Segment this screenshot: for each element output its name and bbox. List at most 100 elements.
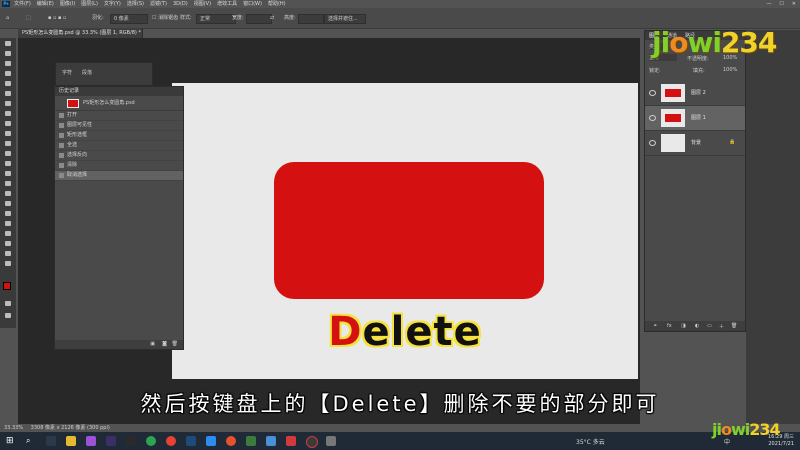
- aftereffects-icon[interactable]: [106, 436, 116, 446]
- gradient-tool-icon[interactable]: [3, 170, 13, 178]
- menu-plugins[interactable]: 增效工具: [217, 0, 237, 8]
- windows-start-icon[interactable]: ⊞: [6, 436, 16, 446]
- new-layer-icon[interactable]: ＋: [719, 323, 724, 330]
- app-icon[interactable]: [246, 436, 256, 446]
- photoshop-taskbar-icon[interactable]: [186, 436, 196, 446]
- minimize-button[interactable]: —: [766, 0, 771, 8]
- app-icon[interactable]: [226, 436, 236, 446]
- app-icon[interactable]: [286, 436, 296, 446]
- document-tab[interactable]: PS矩形怎么变圆角.psd @ 33.3% (图层 1, RGB/8) *: [18, 28, 143, 38]
- lasso-tool-icon[interactable]: [3, 70, 13, 78]
- wechat-icon[interactable]: [146, 436, 156, 446]
- crop-tool-icon[interactable]: [3, 90, 13, 98]
- zoom-tool-icon[interactable]: [3, 250, 13, 258]
- tab-paragraph[interactable]: 段落: [82, 69, 92, 76]
- artboard-tool-icon[interactable]: [3, 50, 13, 58]
- history-step-selected[interactable]: 取消选择: [55, 171, 183, 181]
- history-step[interactable]: 清除: [55, 161, 183, 171]
- chrome-icon[interactable]: [166, 436, 176, 446]
- type-tool-icon[interactable]: [3, 210, 13, 218]
- history-step[interactable]: 打开: [55, 111, 183, 121]
- menu-window[interactable]: 窗口(W): [243, 0, 262, 8]
- maximize-button[interactable]: ☐: [779, 0, 783, 8]
- magic-wand-icon[interactable]: [3, 80, 13, 88]
- canvas[interactable]: Delete: [172, 83, 638, 379]
- visibility-eye-icon[interactable]: [649, 115, 656, 121]
- marquee-tool-icon[interactable]: [3, 60, 13, 68]
- layer-row-1[interactable]: 图层 1: [645, 106, 745, 131]
- close-button[interactable]: ✕: [792, 0, 796, 8]
- move-tool-icon[interactable]: [3, 40, 13, 48]
- visibility-eye-icon[interactable]: [649, 90, 656, 96]
- fx-icon[interactable]: fx: [667, 323, 672, 329]
- history-step[interactable]: 选择反向: [55, 151, 183, 161]
- app-icon[interactable]: [326, 436, 336, 446]
- history-step[interactable]: 图层可见性: [55, 121, 183, 131]
- shape-tool-icon[interactable]: [3, 230, 13, 238]
- hand-tool-icon[interactable]: [3, 240, 13, 248]
- folder-icon[interactable]: ▭: [707, 323, 712, 329]
- record-icon[interactable]: [306, 436, 318, 448]
- eraser-tool-icon[interactable]: [3, 160, 13, 168]
- new-document-icon[interactable]: ▣: [150, 341, 155, 347]
- file-explorer-icon[interactable]: [66, 436, 76, 446]
- foreground-color-swatch[interactable]: [3, 282, 11, 290]
- quick-mask-icon[interactable]: [3, 300, 13, 308]
- feather-input[interactable]: 0 像素: [110, 14, 148, 24]
- clock-date[interactable]: 2021/7/21: [768, 441, 794, 448]
- selection-mode-icons[interactable]: ▪ ▫ ▪ ▫: [48, 14, 66, 22]
- menu-help[interactable]: 帮助(H): [268, 0, 286, 8]
- blur-tool-icon[interactable]: [3, 180, 13, 188]
- app-icon[interactable]: [206, 436, 216, 446]
- style-select[interactable]: 正常: [196, 14, 236, 24]
- menu-select[interactable]: 选择(S): [127, 0, 144, 8]
- search-icon[interactable]: ⌕: [26, 436, 36, 446]
- history-step[interactable]: 矩形选框: [55, 131, 183, 141]
- frame-tool-icon[interactable]: [3, 100, 13, 108]
- history-step[interactable]: 全选: [55, 141, 183, 151]
- pen-tool-icon[interactable]: [3, 200, 13, 208]
- weather-widget[interactable]: 35°C 多云: [576, 437, 605, 446]
- menu-filter[interactable]: 滤镜(T): [150, 0, 167, 8]
- layer-row-background[interactable]: 背景 🔒: [645, 131, 745, 156]
- marquee-tool-icon[interactable]: ⬚: [26, 14, 31, 22]
- select-and-mask-button[interactable]: 选择并遮住...: [324, 14, 366, 24]
- app-icon[interactable]: [266, 436, 276, 446]
- premiere-icon[interactable]: [86, 436, 96, 446]
- menu-type[interactable]: 文字(Y): [104, 0, 121, 8]
- fill-value[interactable]: 100%: [723, 67, 737, 73]
- app-icon[interactable]: [126, 436, 136, 446]
- visibility-eye-icon[interactable]: [649, 140, 656, 146]
- swap-icon[interactable]: ⇄: [270, 14, 274, 22]
- menu-image[interactable]: 图像(I): [60, 0, 75, 8]
- menu-layer[interactable]: 图层(L): [81, 0, 98, 8]
- history-brush-icon[interactable]: [3, 150, 13, 158]
- menu-edit[interactable]: 编辑(E): [37, 0, 54, 8]
- healing-brush-icon[interactable]: [3, 120, 13, 128]
- tab-character[interactable]: 字符: [62, 69, 72, 76]
- stamp-tool-icon[interactable]: [3, 140, 13, 148]
- screen-mode-icon[interactable]: [3, 312, 13, 320]
- trash-icon[interactable]: 🗑: [731, 323, 737, 329]
- task-view-icon[interactable]: [46, 436, 56, 446]
- path-selection-icon[interactable]: [3, 220, 13, 228]
- trash-icon[interactable]: 🗑: [172, 341, 178, 347]
- eyedropper-icon[interactable]: [3, 110, 13, 118]
- brush-tool-icon[interactable]: [3, 130, 13, 138]
- antialias-checkbox[interactable]: ☐ 消除锯齿: [152, 14, 178, 22]
- zoom-level[interactable]: 33.33%: [4, 425, 23, 431]
- layer-row-2[interactable]: 图层 2: [645, 81, 745, 106]
- dodge-tool-icon[interactable]: [3, 190, 13, 198]
- home-icon[interactable]: ⌂: [6, 14, 9, 22]
- mask-icon[interactable]: ◨: [681, 323, 686, 329]
- link-layers-icon[interactable]: ⚭: [653, 323, 657, 329]
- more-tools-icon[interactable]: [3, 260, 13, 268]
- menu-file[interactable]: 文件(F): [14, 0, 31, 8]
- height-input[interactable]: [298, 14, 324, 24]
- menu-3d[interactable]: 3D(D): [173, 0, 188, 8]
- width-input[interactable]: [246, 14, 272, 24]
- adjustment-icon[interactable]: ◐: [695, 323, 699, 329]
- history-snapshot[interactable]: PS矩形怎么变圆角.psd: [55, 96, 183, 111]
- camera-icon[interactable]: ◙: [162, 341, 167, 347]
- menu-view[interactable]: 视图(V): [194, 0, 211, 8]
